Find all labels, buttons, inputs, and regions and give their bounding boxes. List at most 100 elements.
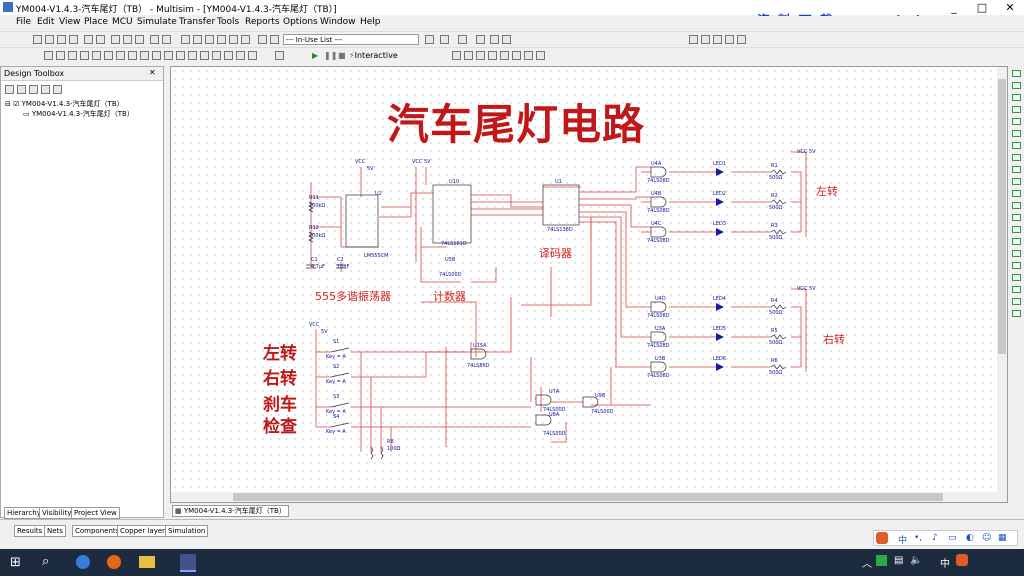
- firefox-icon[interactable]: [107, 555, 121, 569]
- horizontal-scroll-thumb[interactable]: [233, 493, 943, 501]
- tray-ime-label[interactable]: 中: [940, 555, 950, 570]
- tab-copper-layers[interactable]: Copper layers: [117, 525, 172, 537]
- menu-transfer[interactable]: Transfer: [179, 17, 215, 27]
- probe-3-icon[interactable]: [476, 51, 485, 60]
- distortion-analyzer-icon[interactable]: [1012, 202, 1021, 209]
- simulation-switch-icon[interactable]: [275, 51, 284, 60]
- rename-sheet-icon[interactable]: [53, 85, 62, 94]
- menu-options[interactable]: Options: [283, 17, 318, 27]
- start-icon[interactable]: ⊞: [10, 555, 21, 570]
- advanced-peripherals-icon[interactable]: [188, 51, 197, 60]
- menu-view[interactable]: View: [59, 17, 80, 27]
- file-explorer-icon[interactable]: [139, 556, 155, 568]
- cmos-icon[interactable]: [116, 51, 125, 60]
- spreadsheet-icon[interactable]: [193, 35, 202, 44]
- tray-volume-icon[interactable]: 🔈: [910, 555, 922, 566]
- agilent-multimeter-icon[interactable]: [1012, 250, 1021, 257]
- skin-icon[interactable]: ◐: [966, 533, 974, 543]
- open-icon[interactable]: [45, 35, 54, 44]
- menu-reports[interactable]: Reports: [245, 17, 280, 27]
- agilent-oscilloscope-icon[interactable]: [1012, 262, 1021, 269]
- multimeter-icon[interactable]: [1012, 70, 1021, 77]
- menu-help[interactable]: Help: [360, 17, 381, 27]
- checkbox-icon[interactable]: ☑: [13, 100, 19, 108]
- zoom-sheet-icon[interactable]: [725, 35, 734, 44]
- tree-child[interactable]: ▭ YM004-V1.4.3-汽车尾灯（TB）: [23, 109, 134, 119]
- iv-analyzer-icon[interactable]: [1012, 190, 1021, 197]
- schematic-workspace[interactable]: 汽车尾灯电路 555多谐振荡器 计数器 译码器 左转 右转 左转 右转 刹车 检…: [170, 66, 1008, 503]
- tray-chevron-icon[interactable]: ︿: [862, 555, 872, 570]
- multisim-taskbar-icon[interactable]: [180, 554, 196, 572]
- undo-icon[interactable]: [150, 35, 159, 44]
- hierarchical-block-icon[interactable]: [236, 51, 245, 60]
- logic-analyzer-icon[interactable]: [1012, 178, 1021, 185]
- frequency-counter-icon[interactable]: [1012, 142, 1021, 149]
- zoom-in-icon[interactable]: [689, 35, 698, 44]
- function-generator-icon[interactable]: [1012, 82, 1021, 89]
- tray-app-icon[interactable]: [876, 555, 887, 566]
- toolbox-close-icon[interactable]: ✕: [149, 68, 156, 77]
- basic-icon[interactable]: [56, 51, 65, 60]
- mixed-icon[interactable]: [140, 51, 149, 60]
- close-button[interactable]: ✕: [996, 0, 1024, 15]
- menu-edit[interactable]: Edit: [37, 17, 54, 27]
- probe-4-icon[interactable]: [488, 51, 497, 60]
- run-icon[interactable]: ▶: [312, 51, 318, 60]
- tektronix-oscilloscope-icon[interactable]: [1012, 274, 1021, 281]
- indicator-icon[interactable]: [152, 51, 161, 60]
- print-icon[interactable]: [84, 35, 93, 44]
- probe-2-icon[interactable]: [464, 51, 473, 60]
- toggle-toolbox-icon[interactable]: [181, 35, 190, 44]
- expand-icon[interactable]: ⊟: [5, 100, 11, 108]
- wattmeter-icon[interactable]: [1012, 94, 1021, 101]
- postprocessor-icon[interactable]: [241, 35, 250, 44]
- save-all-icon[interactable]: [69, 35, 78, 44]
- network-analyzer-icon[interactable]: [1012, 226, 1021, 233]
- probe-5-icon[interactable]: [500, 51, 509, 60]
- cut-icon[interactable]: [111, 35, 120, 44]
- probe-settings-icon[interactable]: [458, 35, 467, 44]
- component-wizard-icon[interactable]: [217, 35, 226, 44]
- tree-root[interactable]: ⊟ ☑ YM004-V1.4.3-汽车尾灯（TB）: [5, 99, 124, 109]
- menu-simulate[interactable]: Simulate: [137, 17, 177, 27]
- multisim-app-icon[interactable]: [3, 2, 13, 12]
- interactive-mode[interactable]: ⚡Interactive: [349, 51, 398, 60]
- tab-project-view[interactable]: Project View: [71, 507, 120, 519]
- oscilloscope-icon[interactable]: [1012, 106, 1021, 113]
- current-probe-icon[interactable]: [1012, 310, 1021, 317]
- rf-icon[interactable]: [200, 51, 209, 60]
- source-icon[interactable]: [44, 51, 53, 60]
- paste-icon[interactable]: [135, 35, 144, 44]
- save-sheet-icon[interactable]: [29, 85, 38, 94]
- probe-8-icon[interactable]: [536, 51, 545, 60]
- word-generator-icon[interactable]: [1012, 154, 1021, 161]
- probe-6-icon[interactable]: [512, 51, 521, 60]
- mcu-icon[interactable]: [224, 51, 233, 60]
- print-preview-icon[interactable]: [96, 35, 105, 44]
- ime-mode-label[interactable]: 中: [898, 533, 907, 546]
- menu-mcu[interactable]: MCU: [112, 17, 133, 27]
- help-icon[interactable]: [425, 35, 434, 44]
- user-icon[interactable]: ☺: [982, 533, 991, 543]
- grapher-icon[interactable]: [229, 35, 238, 44]
- diode-icon[interactable]: [68, 51, 77, 60]
- pause-icon[interactable]: ❚❚: [324, 51, 337, 60]
- ttl-icon[interactable]: [104, 51, 113, 60]
- help-question-icon[interactable]: [502, 35, 511, 44]
- tab-simulation[interactable]: Simulation: [165, 525, 209, 537]
- database-icon[interactable]: [205, 35, 214, 44]
- zoom-out-icon[interactable]: [701, 35, 710, 44]
- electromechanical-icon[interactable]: [212, 51, 221, 60]
- agilent-generator-icon[interactable]: [1012, 238, 1021, 245]
- open-sheet-icon[interactable]: [17, 85, 26, 94]
- menu-window[interactable]: Window: [320, 17, 356, 27]
- bode-plotter-icon[interactable]: [1012, 130, 1021, 137]
- probe-icon[interactable]: [440, 35, 449, 44]
- tab-visibility[interactable]: Visibility: [39, 507, 75, 519]
- microphone-icon[interactable]: ♪: [932, 533, 938, 543]
- keyboard-icon[interactable]: ▭: [948, 533, 957, 543]
- probe-7-icon[interactable]: [524, 51, 533, 60]
- kugou-icon[interactable]: [76, 555, 90, 569]
- copy-icon[interactable]: [123, 35, 132, 44]
- close-sheet-icon[interactable]: [41, 85, 50, 94]
